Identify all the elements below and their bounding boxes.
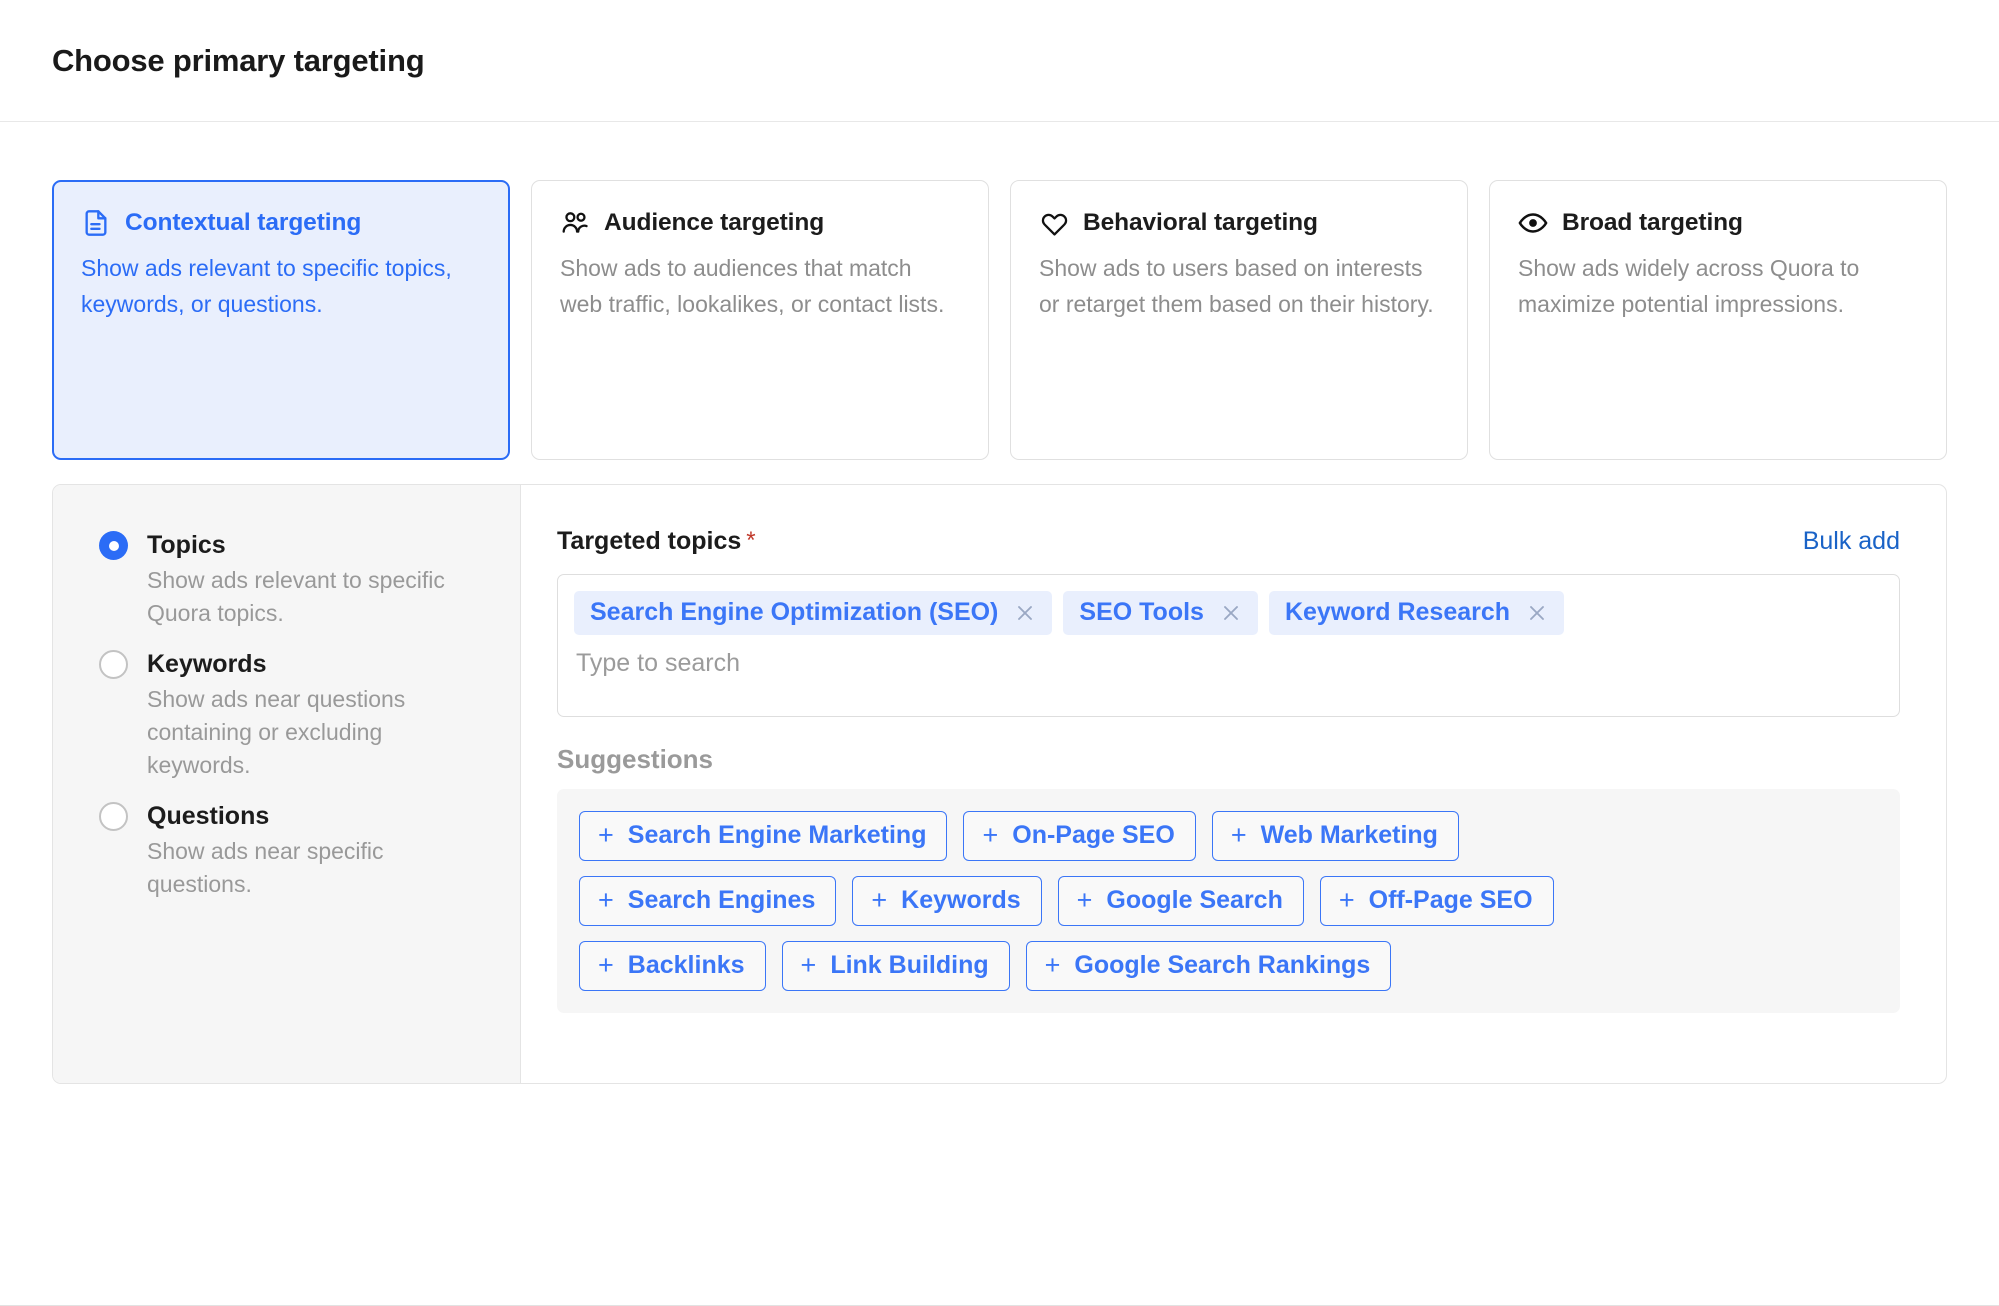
radio-description: Show ads near specific questions. <box>147 837 384 898</box>
radio-button-topics[interactable] <box>99 531 128 560</box>
card-title: Contextual targeting <box>125 209 362 236</box>
document-icon <box>81 208 111 238</box>
plus-icon: + <box>1076 885 1093 915</box>
card-title: Behavioral targeting <box>1083 209 1318 236</box>
plus-icon: + <box>1044 950 1061 980</box>
card-title: Broad targeting <box>1562 209 1743 236</box>
radio-option-topics[interactable]: Topics Show ads relevant to specific Quo… <box>99 531 482 631</box>
suggestions-row: + Search Engine Marketing + On-Page SEO … <box>579 811 1878 861</box>
plus-icon: + <box>598 885 614 915</box>
radio-label: Questions <box>147 801 270 830</box>
topic-chip[interactable]: SEO Tools <box>1063 591 1258 635</box>
suggestion-button[interactable]: + Search Engines <box>579 876 837 926</box>
suggestion-button[interactable]: + Google Search Rankings <box>1025 941 1392 991</box>
card-description: Show ads widely across Quora to maximize… <box>1518 255 1860 317</box>
targeting-mode-list: Topics Show ads relevant to specific Quo… <box>53 485 521 1083</box>
radio-button-keywords[interactable] <box>99 649 128 679</box>
suggestion-label: Backlinks <box>627 951 745 979</box>
suggestions-panel: + Search Engine Marketing + On-Page SEO … <box>557 789 1900 1013</box>
suggestion-label: Keywords <box>901 886 1021 914</box>
card-description: Show ads to audiences that match web tra… <box>560 255 945 317</box>
targeting-card-broad[interactable]: Broad targeting Show ads widely across Q… <box>1489 180 1947 460</box>
targeted-topics-section: Targeted topics * Bulk add Search Engine … <box>521 485 1946 1083</box>
plus-icon: + <box>871 885 888 915</box>
suggestion-button[interactable]: + On-Page SEO <box>963 811 1196 861</box>
bulk-add-link[interactable]: Bulk add <box>1803 527 1900 556</box>
suggestion-button[interactable]: + Backlinks <box>579 941 766 991</box>
suggestion-label: On-Page SEO <box>1012 821 1175 849</box>
plus-icon: + <box>598 950 614 980</box>
suggestion-button[interactable]: + Search Engine Marketing <box>579 811 948 861</box>
card-description: Show ads to users based on interests or … <box>1039 255 1434 317</box>
radio-option-keywords[interactable]: Keywords Show ads near questions contain… <box>99 649 482 783</box>
people-icon <box>560 208 590 238</box>
required-asterisk: * <box>746 527 756 554</box>
page-header: Choose primary targeting <box>0 0 1999 122</box>
card-header: Audience targeting <box>560 208 960 238</box>
suggestions-row: + Backlinks + Link Building + Google Sea… <box>579 941 1878 991</box>
topic-search-input[interactable] <box>574 635 1883 686</box>
selected-topics-chips: Search Engine Optimization (SEO) SEO Too… <box>574 591 1883 635</box>
card-header: Contextual targeting <box>81 208 481 238</box>
topics-token-field[interactable]: Search Engine Optimization (SEO) SEO Too… <box>557 574 1900 717</box>
targeting-card-behavioral[interactable]: Behavioral targeting Show ads to users b… <box>1010 180 1468 460</box>
card-title: Audience targeting <box>604 209 825 236</box>
radio-label: Topics <box>147 531 226 559</box>
eye-icon <box>1518 208 1548 238</box>
targeting-config-panel: Topics Show ads relevant to specific Quo… <box>52 484 1947 1084</box>
suggestions-row: + Search Engines + Keywords + Google Sea… <box>579 876 1878 926</box>
suggestions-title: Suggestions <box>557 744 714 774</box>
suggestion-label: Search Engine Marketing <box>627 821 927 849</box>
suggestion-label: Off-Page SEO <box>1368 886 1533 914</box>
chip-label: SEO Tools <box>1079 598 1204 626</box>
suggestion-label: Link Building <box>830 951 989 979</box>
radio-description: Show ads near questions containing or ex… <box>147 685 406 779</box>
radio-label: Keywords <box>147 649 267 678</box>
suggestion-button[interactable]: + Keywords <box>852 876 1042 926</box>
topic-chip[interactable]: Search Engine Optimization (SEO) <box>574 591 1053 635</box>
plus-icon: + <box>598 820 614 850</box>
chip-label: Search Engine Optimization (SEO) <box>590 598 999 626</box>
radio-option-questions[interactable]: Questions Show ads near specific questio… <box>99 801 482 902</box>
close-icon[interactable] <box>1526 602 1548 624</box>
radio-button-questions[interactable] <box>99 801 128 831</box>
page-title: Choose primary targeting <box>52 42 425 78</box>
radio-row[interactable]: Questions <box>99 801 482 831</box>
card-header: Behavioral targeting <box>1039 208 1439 238</box>
targeted-topics-label: Targeted topics <box>557 527 742 555</box>
close-icon[interactable] <box>1220 602 1242 624</box>
card-header: Broad targeting <box>1518 208 1918 238</box>
plus-icon: + <box>1230 820 1247 850</box>
plus-icon: + <box>800 950 817 980</box>
topic-chip[interactable]: Keyword Research <box>1268 591 1565 635</box>
radio-description: Show ads relevant to specific Quora topi… <box>147 567 445 627</box>
heart-icon <box>1039 208 1069 238</box>
suggestion-button[interactable]: + Google Search <box>1057 876 1304 926</box>
suggestion-button[interactable]: + Web Marketing <box>1211 811 1459 861</box>
targeting-cards-row: Contextual targeting Show ads relevant t… <box>0 122 1999 460</box>
targeted-topics-label-group: Targeted topics * <box>557 527 756 556</box>
targeting-card-contextual[interactable]: Contextual targeting Show ads relevant t… <box>52 180 510 460</box>
card-description: Show ads relevant to specific topics, ke… <box>81 255 452 317</box>
suggestion-label: Google Search <box>1106 886 1283 914</box>
field-header: Targeted topics * Bulk add <box>557 527 1900 556</box>
plus-icon: + <box>982 820 999 850</box>
plus-icon: + <box>1338 885 1355 915</box>
suggestion-label: Search Engines <box>627 886 816 914</box>
suggestion-label: Web Marketing <box>1260 821 1438 849</box>
suggestion-label: Google Search Rankings <box>1074 951 1371 979</box>
close-icon[interactable] <box>1014 602 1036 624</box>
targeting-card-audience[interactable]: Audience targeting Show ads to audiences… <box>531 180 989 460</box>
radio-row[interactable]: Topics <box>99 531 482 560</box>
suggestion-button[interactable]: + Link Building <box>781 941 1010 991</box>
suggestion-button[interactable]: + Off-Page SEO <box>1319 876 1554 926</box>
chip-label: Keyword Research <box>1284 598 1511 626</box>
radio-row[interactable]: Keywords <box>99 649 482 679</box>
